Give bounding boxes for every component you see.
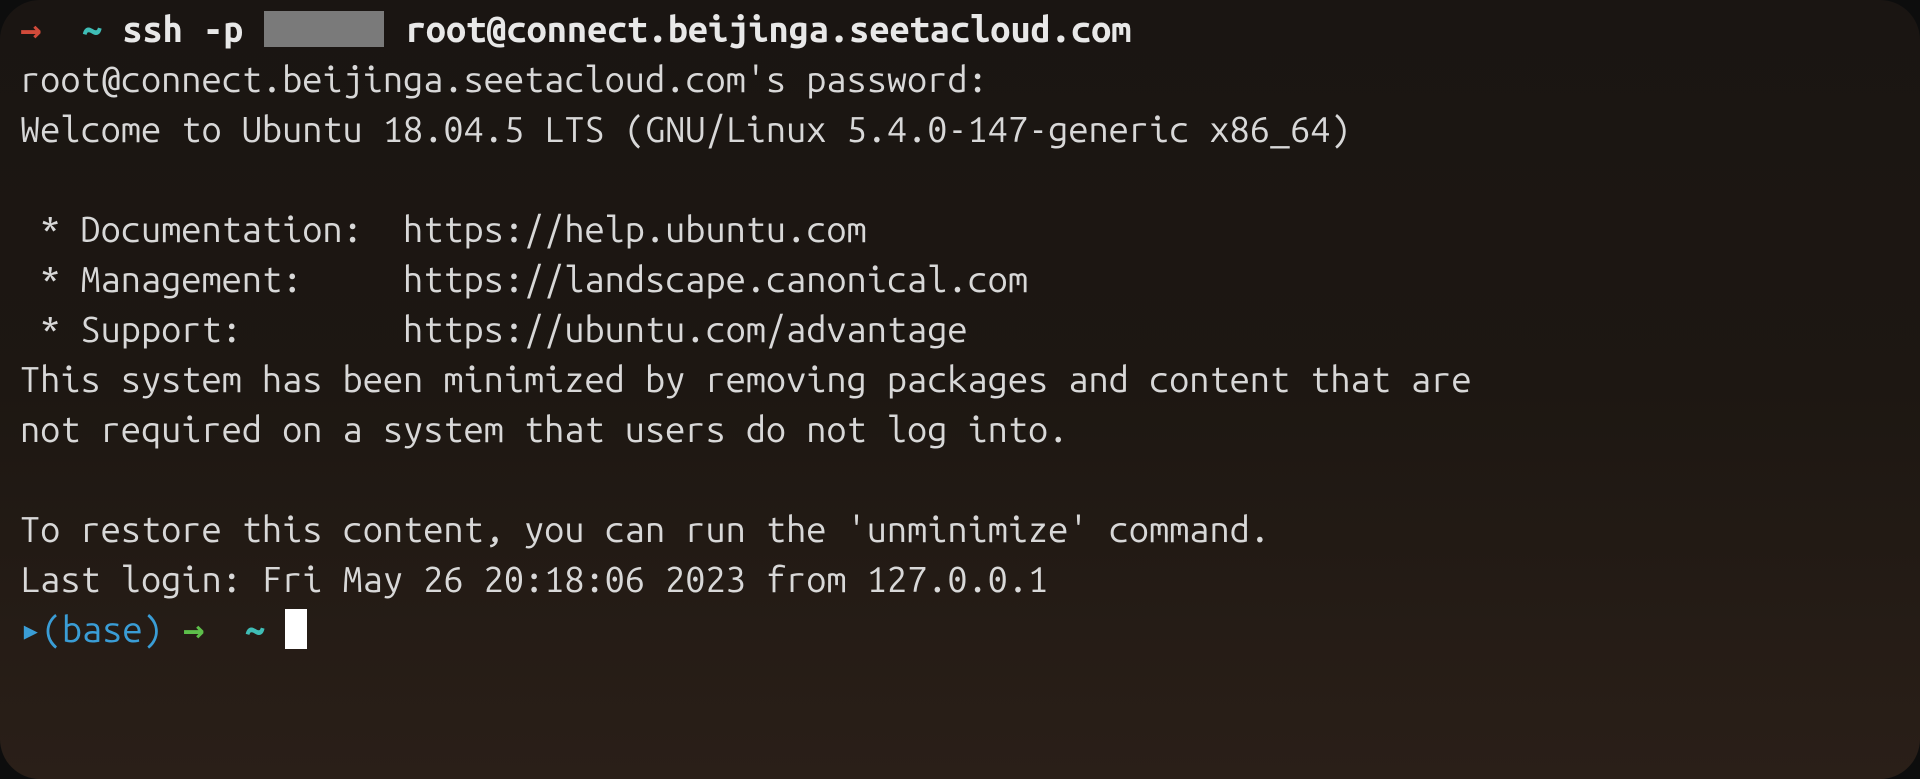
- minimized-msg-1: This system has been minimized by removi…: [20, 354, 1900, 404]
- prompt-arrow-icon: →: [20, 8, 42, 49]
- welcome-line: Welcome to Ubuntu 18.04.5 LTS (GNU/Linux…: [20, 104, 1900, 154]
- blank-line-2: [20, 454, 1900, 504]
- documentation-link: * Documentation: https://help.ubuntu.com: [20, 204, 1900, 254]
- ssh-command-prefix: ssh -p: [122, 8, 263, 49]
- prompt-tilde: ~: [245, 608, 265, 649]
- management-link: * Management: https://landscape.canonica…: [20, 254, 1900, 304]
- restore-msg: To restore this content, you can run the…: [20, 504, 1900, 554]
- prompt-marker-icon: ▸: [20, 608, 42, 649]
- cursor-icon: [285, 609, 307, 649]
- support-link: * Support: https://ubuntu.com/advantage: [20, 304, 1900, 354]
- conda-env: (base): [42, 608, 163, 649]
- background-mountain: [864, 679, 1920, 779]
- ssh-command-suffix: root@connect.beijinga.seetacloud.com: [385, 8, 1131, 49]
- ssh-command-line: → ~ ssh -p root@connect.beijinga.seetacl…: [20, 4, 1900, 54]
- prompt-arrow-icon: →: [183, 608, 205, 649]
- redacted-port: [264, 11, 384, 47]
- blank-line: [20, 154, 1900, 204]
- prompt-tilde: ~: [82, 8, 102, 49]
- terminal-window[interactable]: → ~ ssh -p root@connect.beijinga.seetacl…: [0, 0, 1920, 779]
- last-login: Last login: Fri May 26 20:18:06 2023 fro…: [20, 554, 1900, 604]
- password-prompt: root@connect.beijinga.seetacloud.com's p…: [20, 54, 1900, 104]
- minimized-msg-2: not required on a system that users do n…: [20, 404, 1900, 454]
- shell-prompt[interactable]: ▸(base) → ~: [20, 604, 1900, 654]
